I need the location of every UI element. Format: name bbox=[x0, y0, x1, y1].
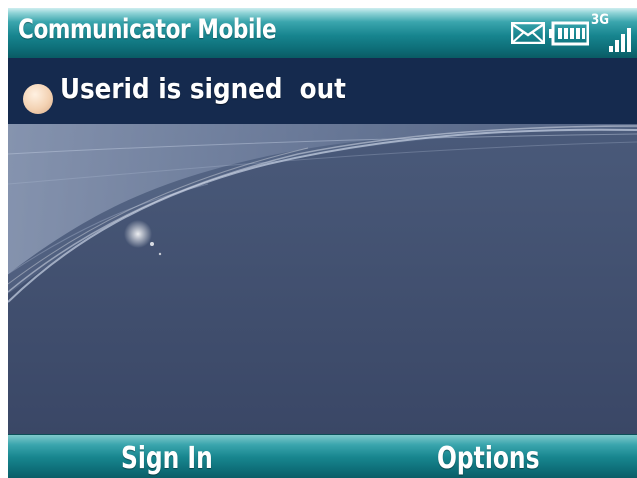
network-type-label: 3G bbox=[591, 12, 610, 28]
battery-icon bbox=[549, 21, 589, 46]
presence-status-text: Userid is signed out bbox=[60, 72, 346, 105]
signal-icon bbox=[609, 28, 631, 52]
envelope-icon bbox=[511, 22, 545, 44]
status-icons: 3G bbox=[497, 8, 637, 58]
softkey-bar: Sign In Options bbox=[8, 434, 637, 478]
sign-in-softkey[interactable]: Sign In bbox=[121, 441, 213, 476]
wallpaper bbox=[8, 124, 637, 434]
wallpaper-swoosh bbox=[8, 124, 637, 434]
presence-dot-icon bbox=[23, 84, 53, 114]
title-bar: Communicator Mobile 3G bbox=[8, 8, 637, 58]
options-softkey[interactable]: Options bbox=[437, 441, 540, 476]
phone-screen: Communicator Mobile 3G Userid is signed … bbox=[8, 8, 637, 478]
app-title: Communicator Mobile bbox=[18, 14, 277, 45]
presence-status-bar[interactable]: Userid is signed out bbox=[8, 58, 637, 124]
